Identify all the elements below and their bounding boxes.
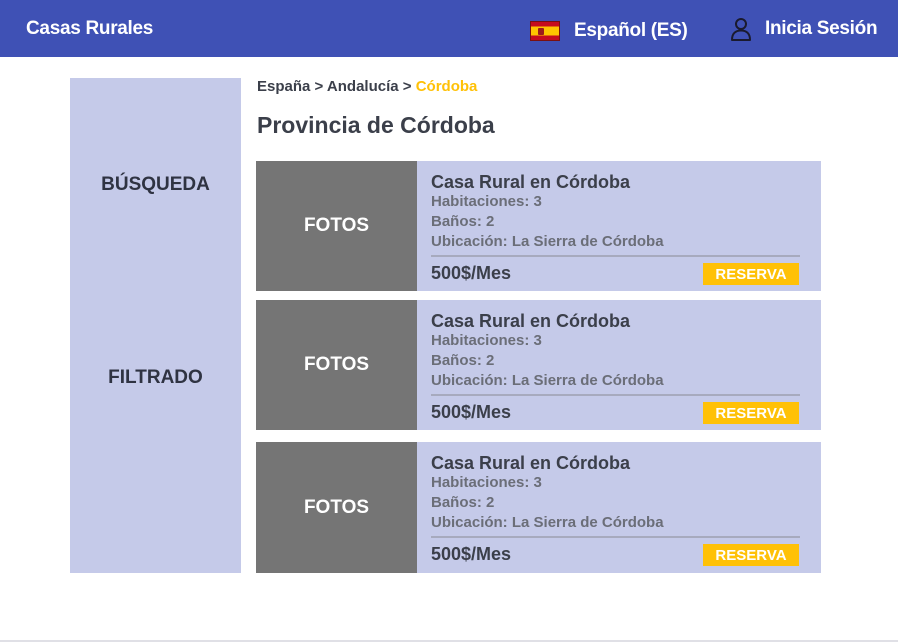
listing-divider [431, 536, 800, 538]
listing-card: FOTOS Casa Rural en Córdoba Habitaciones… [256, 161, 821, 291]
listing-info: Casa Rural en Córdoba Habitaciones: 3 Ba… [431, 311, 801, 427]
language-selector[interactable]: Español (ES) [530, 20, 688, 42]
listing-price: 500$/Mes [431, 263, 512, 283]
filter-section[interactable]: FILTRADO [70, 367, 241, 389]
spain-flag-icon [530, 21, 560, 41]
sidebar: BÚSQUEDA FILTRADO [70, 78, 241, 573]
reserve-button[interactable]: RESERVA [703, 544, 799, 566]
listing-location: Ubicación: La Sierra de Córdoba [431, 372, 664, 389]
listing-price-row: 500$/Mes RESERVA [431, 260, 801, 288]
breadcrumb-separator: > [402, 78, 416, 95]
top-navbar: Casas Rurales Español (ES) Inicia Sesión [0, 0, 898, 57]
login-label: Inicia Sesión [765, 18, 878, 39]
listing-rooms: Habitaciones: 3 [431, 193, 542, 210]
reserve-button[interactable]: RESERVA [703, 402, 799, 424]
listing-card: FOTOS Casa Rural en Córdoba Habitaciones… [256, 300, 821, 430]
listing-divider [431, 394, 800, 396]
listing-divider [431, 255, 800, 257]
search-section[interactable]: BÚSQUEDA [70, 174, 241, 196]
breadcrumb: España > Andalucía > Córdoba [257, 78, 477, 95]
brand-logo[interactable]: Casas Rurales [26, 18, 153, 40]
language-label: Español (ES) [574, 20, 688, 41]
listing-price: 500$/Mes [431, 402, 512, 422]
listing-rooms: Habitaciones: 3 [431, 332, 542, 349]
listing-baths: Baños: 2 [431, 213, 495, 230]
listing-price: 500$/Mes [431, 544, 512, 564]
listing-location: Ubicación: La Sierra de Córdoba [431, 233, 664, 250]
listing-info: Casa Rural en Córdoba Habitaciones: 3 Ba… [431, 453, 801, 569]
listing-card: FOTOS Casa Rural en Córdoba Habitaciones… [256, 442, 821, 573]
listing-photo[interactable]: FOTOS [256, 300, 417, 430]
listing-title[interactable]: Casa Rural en Córdoba [431, 453, 801, 473]
breadcrumb-item-spain[interactable]: España [257, 78, 310, 95]
breadcrumb-separator: > [314, 78, 327, 95]
listing-photo[interactable]: FOTOS [256, 161, 417, 291]
listing-rooms: Habitaciones: 3 [431, 474, 542, 491]
breadcrumb-item-cordoba: Córdoba [415, 78, 478, 95]
listing-location: Ubicación: La Sierra de Córdoba [431, 514, 664, 531]
listing-title[interactable]: Casa Rural en Córdoba [431, 311, 801, 331]
user-icon [731, 18, 751, 41]
listing-baths: Baños: 2 [431, 494, 495, 511]
login-button[interactable]: Inicia Sesión [730, 17, 878, 41]
breadcrumb-item-andalucia[interactable]: Andalucía [327, 78, 399, 95]
listing-info: Casa Rural en Córdoba Habitaciones: 3 Ba… [431, 172, 801, 288]
page-title: Provincia de Córdoba [257, 112, 495, 138]
listing-price-row: 500$/Mes RESERVA [431, 399, 801, 427]
listing-title[interactable]: Casa Rural en Córdoba [431, 172, 801, 192]
reserve-button[interactable]: RESERVA [703, 263, 799, 285]
listing-baths: Baños: 2 [431, 352, 495, 369]
listing-price-row: 500$/Mes RESERVA [431, 541, 801, 569]
listing-photo[interactable]: FOTOS [256, 442, 417, 573]
